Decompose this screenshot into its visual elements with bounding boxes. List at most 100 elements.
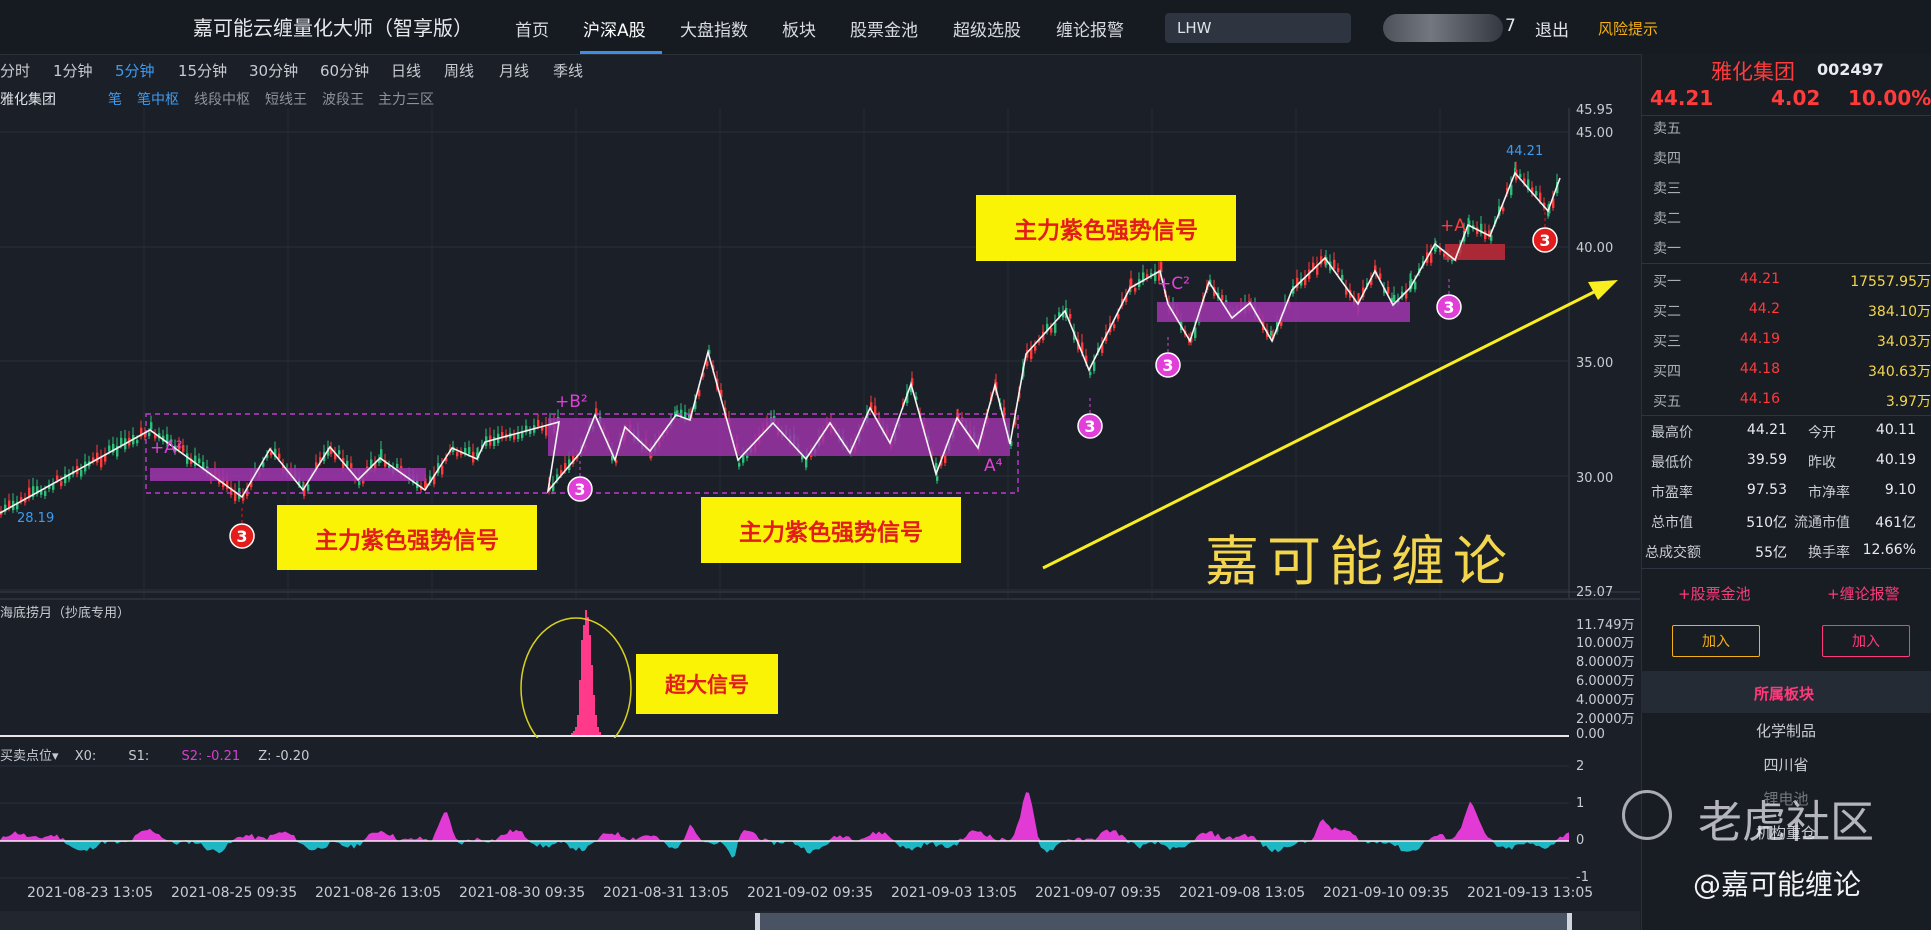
period-tick[interactable]: 分时 <box>0 60 30 81</box>
stat-float-label: 流通市值 <box>1794 515 1850 531</box>
nav-screener[interactable]: 超级选股 <box>953 16 1021 41</box>
period-5min[interactable]: 5分钟 <box>115 60 155 81</box>
period-1min[interactable]: 1分钟 <box>53 60 93 81</box>
time-scrollbar-thumb[interactable] <box>757 913 1569 930</box>
ask-2-label: 卖二 <box>1653 211 1681 227</box>
vol-axis-4: 4.0000万 <box>1576 693 1635 708</box>
stat-mktcap-value: 510亿 <box>1746 515 1787 531</box>
label-a2: +A² <box>150 438 183 458</box>
stat-pb-value: 9.10 <box>1884 482 1916 498</box>
app-title: 嘉可能云缠量化大师（智享版） <box>193 16 473 40</box>
nav-sector[interactable]: 板块 <box>782 16 816 41</box>
stat-turnrate-value: 12.66% <box>1862 542 1916 558</box>
risk-notice-link[interactable]: 风险提示 <box>1598 18 1658 39</box>
scroll-handle-left[interactable] <box>755 913 760 930</box>
watermark-brand: 老虎社区 <box>1698 797 1874 848</box>
indicator-bi[interactable]: 笔 <box>108 89 122 109</box>
price-change: 4.02 <box>1771 86 1821 110</box>
label-a: +A <box>1440 216 1466 236</box>
bid-2-volume: 384.10万 <box>1868 304 1931 320</box>
period-15min[interactable]: 15分钟 <box>178 60 227 81</box>
nav-a-shares[interactable]: 沪深A股 <box>583 16 646 41</box>
add-alarm-button[interactable]: 加入 <box>1822 625 1910 657</box>
price-axis-30: 30.00 <box>1576 471 1614 486</box>
period-30min[interactable]: 30分钟 <box>249 60 298 81</box>
nav-stock-pool[interactable]: 股票金池 <box>850 16 918 41</box>
osc-axis-1: 1 <box>1576 796 1585 811</box>
bid-4-price: 44.18 <box>1739 361 1780 377</box>
stat-pe-value: 97.53 <box>1746 482 1787 498</box>
stat-low-label: 最低价 <box>1651 455 1693 471</box>
volume-chart[interactable] <box>0 598 1640 738</box>
nav-home[interactable]: 首页 <box>515 16 549 41</box>
candlesticks <box>0 161 1559 518</box>
bid-5-volume: 3.97万 <box>1885 394 1931 410</box>
date-label: 2021-09-10 09:35 <box>1323 885 1450 901</box>
user-id-suffix: 7 <box>1505 16 1516 36</box>
stat-mktcap-label: 总市值 <box>1651 515 1693 531</box>
last-price: 44.21 <box>1650 86 1714 110</box>
signal-label-2: 主力紫色强势信号 <box>701 497 961 563</box>
stat-high-value: 44.21 <box>1746 422 1787 438</box>
nav-alarm[interactable]: 缠论报警 <box>1056 16 1124 41</box>
vol-axis-1: 10.000万 <box>1576 636 1635 651</box>
add-pool-button[interactable]: 加入 <box>1672 625 1760 657</box>
last-price-marker: 44.21 <box>1506 144 1544 159</box>
osc-axis-2: 2 <box>1576 759 1585 774</box>
period-season[interactable]: 季线 <box>553 60 583 81</box>
price-axis-35: 35.00 <box>1576 356 1614 371</box>
svg-text:3: 3 <box>236 527 247 546</box>
price-axis-40: 40.00 <box>1576 241 1614 256</box>
avatar[interactable] <box>1383 14 1503 42</box>
ask-3-label: 卖三 <box>1653 181 1681 197</box>
search-input[interactable] <box>1165 13 1351 43</box>
period-day[interactable]: 日线 <box>391 60 421 81</box>
stat-open-value: 40.11 <box>1875 422 1916 438</box>
nav-active-indicator <box>580 51 662 54</box>
price-axis-max: 45.95 <box>1576 103 1614 118</box>
scroll-handle-right[interactable] <box>1567 913 1572 930</box>
bid-1-volume: 17557.95万 <box>1850 274 1931 290</box>
period-month[interactable]: 月线 <box>499 60 529 81</box>
ask-1-label: 卖一 <box>1653 241 1681 257</box>
indicator-segment-zhongshu[interactable]: 线段中枢 <box>194 89 250 109</box>
oscillator-chart[interactable] <box>0 760 1640 885</box>
bid-1-price: 44.21 <box>1739 271 1780 287</box>
volume-spike <box>571 610 601 735</box>
svg-text:3: 3 <box>1443 298 1454 317</box>
label-b2: +B² <box>555 392 588 412</box>
indicator-main-three[interactable]: 主力三区 <box>378 89 434 109</box>
bid-3-price: 44.19 <box>1739 331 1780 347</box>
label-a4: A⁴ <box>984 456 1003 476</box>
logout-button[interactable]: 退出 <box>1535 16 1569 41</box>
indicator-bi-zhongshu[interactable]: 笔中枢 <box>137 89 179 109</box>
stat-float-value: 461亿 <box>1875 515 1916 531</box>
svg-text:3: 3 <box>1084 417 1095 436</box>
big-signal-ellipse <box>520 617 632 738</box>
date-label: 2021-09-02 09:35 <box>747 885 874 901</box>
date-label: 2021-08-30 09:35 <box>459 885 586 901</box>
stat-low-value: 39.59 <box>1746 452 1787 468</box>
indicator-wave-king[interactable]: 波段王 <box>322 89 364 109</box>
stat-pb-label: 市净率 <box>1808 485 1850 501</box>
stat-turnrate-label: 换手率 <box>1808 545 1850 561</box>
add-alarm-link[interactable]: +缠论报警 <box>1827 583 1900 604</box>
vol-axis-5: 2.0000万 <box>1576 712 1635 727</box>
stat-high-label: 最高价 <box>1651 425 1693 441</box>
osc-negative-area <box>0 841 1569 858</box>
price-axis-45: 45.00 <box>1576 126 1614 141</box>
svg-text:3: 3 <box>1539 231 1550 250</box>
sector-item[interactable]: 四川省 <box>1641 754 1931 775</box>
bid-3-volume: 34.03万 <box>1876 334 1931 350</box>
nav-index[interactable]: 大盘指数 <box>680 16 748 41</box>
date-label: 2021-09-13 13:05 <box>1467 885 1594 901</box>
low-price-marker: 28.19 <box>17 511 55 526</box>
stat-turnover-label: 总成交额 <box>1645 545 1701 561</box>
indicator-short-king[interactable]: 短线王 <box>265 89 307 109</box>
sector-item[interactable]: 化学制品 <box>1641 720 1931 741</box>
date-label: 2021-09-07 09:35 <box>1035 885 1162 901</box>
period-60min[interactable]: 60分钟 <box>320 60 369 81</box>
add-to-pool-link[interactable]: +股票金池 <box>1678 583 1751 604</box>
date-label: 2021-08-31 13:05 <box>603 885 730 901</box>
period-week[interactable]: 周线 <box>444 60 474 81</box>
